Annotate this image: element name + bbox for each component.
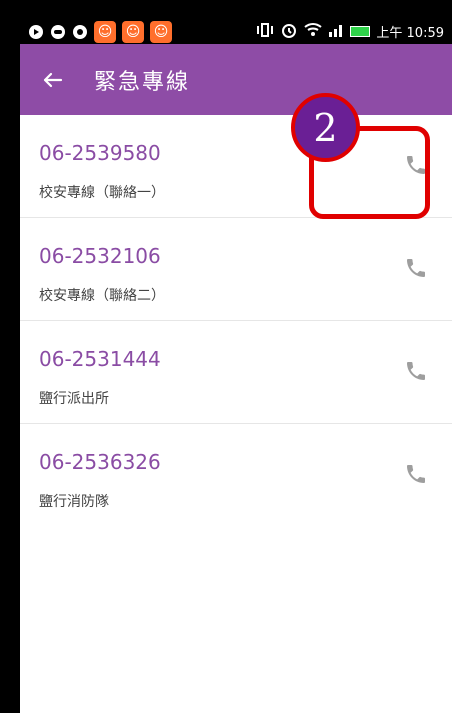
contact-label: 校安專線（聯絡二） [39,288,165,304]
phone-icon [407,362,425,380]
alarm-icon [280,21,298,43]
page-title: 緊急專線 [94,69,191,95]
call-button[interactable] [404,359,428,383]
device-frame: ☺ ☺ ☺ 上午 10:59 緊急專線 06-2539580 校安專線（聯絡一）… [0,0,452,713]
app-bar: 緊急專線 [20,44,452,115]
emoji-notification-icon: ☺ [122,20,144,43]
app-icon [72,24,88,40]
phone-icon [407,465,425,483]
contact-number: 06-2531444 [39,347,161,371]
emoji-notification-icon: ☺ [150,20,172,43]
annotation-step-badge: 2 [291,93,360,162]
phone-screen: ☺ ☺ ☺ 上午 10:59 緊急專線 06-2539580 校安專線（聯絡一）… [20,19,452,713]
contact-list: 06-2539580 校安專線（聯絡一） 06-2532106 校安專線（聯絡二… [20,115,452,527]
clock: 上午 10:59 [376,26,444,41]
call-button[interactable] [404,153,428,177]
phone-icon [407,156,425,174]
contact-number: 06-2532106 [39,244,161,268]
notification-icon [28,24,44,40]
signal-icon [328,23,344,41]
contact-row[interactable]: 06-2539580 校安專線（聯絡一） [20,115,452,218]
battery-icon [350,26,371,37]
emoji-notification-icon: ☺ [94,20,116,43]
contact-number: 06-2536326 [39,450,161,474]
call-button[interactable] [404,256,428,280]
contact-label: 鹽行派出所 [39,391,109,407]
arrow-left-icon [43,72,63,87]
back-button[interactable] [38,69,66,91]
status-right: 上午 10:59 [256,21,444,43]
line-app-icon [50,24,66,40]
wifi-icon [304,22,323,42]
call-button[interactable] [404,462,428,486]
contact-number: 06-2539580 [39,141,161,165]
contact-label: 校安專線（聯絡一） [39,185,165,201]
contact-label: 鹽行消防隊 [39,494,109,510]
vibrate-icon [256,22,274,42]
contact-row[interactable]: 06-2532106 校安專線（聯絡二） [20,218,452,321]
contact-row[interactable]: 06-2536326 鹽行消防隊 [20,424,452,527]
status-bar: ☺ ☺ ☺ 上午 10:59 [20,19,452,44]
phone-icon [407,259,425,277]
contact-row[interactable]: 06-2531444 鹽行派出所 [20,321,452,424]
